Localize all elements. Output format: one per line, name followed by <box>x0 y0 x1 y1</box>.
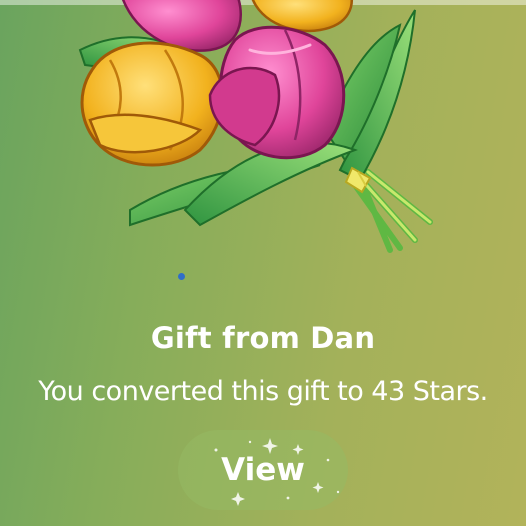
gift-conversion-message: You converted this gift to 43 Stars. <box>38 376 488 407</box>
page-indicator-dot <box>178 273 185 280</box>
view-button[interactable]: View <box>178 430 348 510</box>
tulip-bouquet-icon <box>78 0 433 253</box>
view-button-label: View <box>221 452 305 488</box>
gift-message-card: Gift from Dan You converted this gift to… <box>0 0 526 526</box>
gift-title: Gift from Dan <box>150 321 376 355</box>
